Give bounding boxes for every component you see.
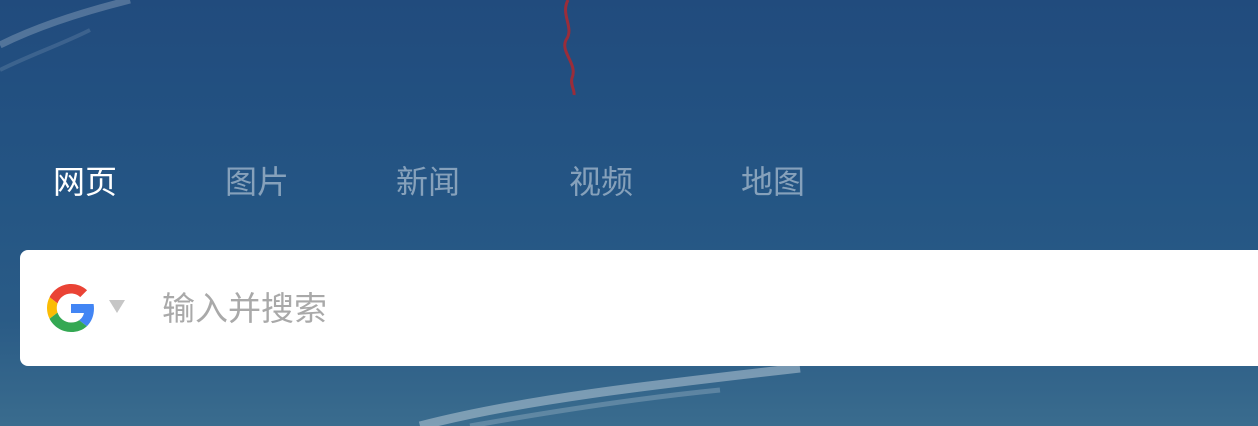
tab-maps[interactable]: 地图	[741, 160, 805, 204]
search-category-tabs: 网页 图片 新闻 视频 地图	[0, 160, 1258, 204]
search-input[interactable]	[162, 280, 1162, 336]
caret-down-icon	[109, 300, 125, 313]
tab-images[interactable]: 图片	[225, 160, 289, 204]
search-box	[20, 250, 1258, 366]
search-engine-picker[interactable]	[44, 282, 134, 334]
google-g-icon	[47, 284, 94, 332]
tab-web[interactable]: 网页	[53, 160, 117, 204]
tab-news[interactable]: 新闻	[396, 160, 460, 204]
tab-video[interactable]: 视频	[569, 160, 633, 204]
kite-string-decor	[563, 0, 576, 96]
